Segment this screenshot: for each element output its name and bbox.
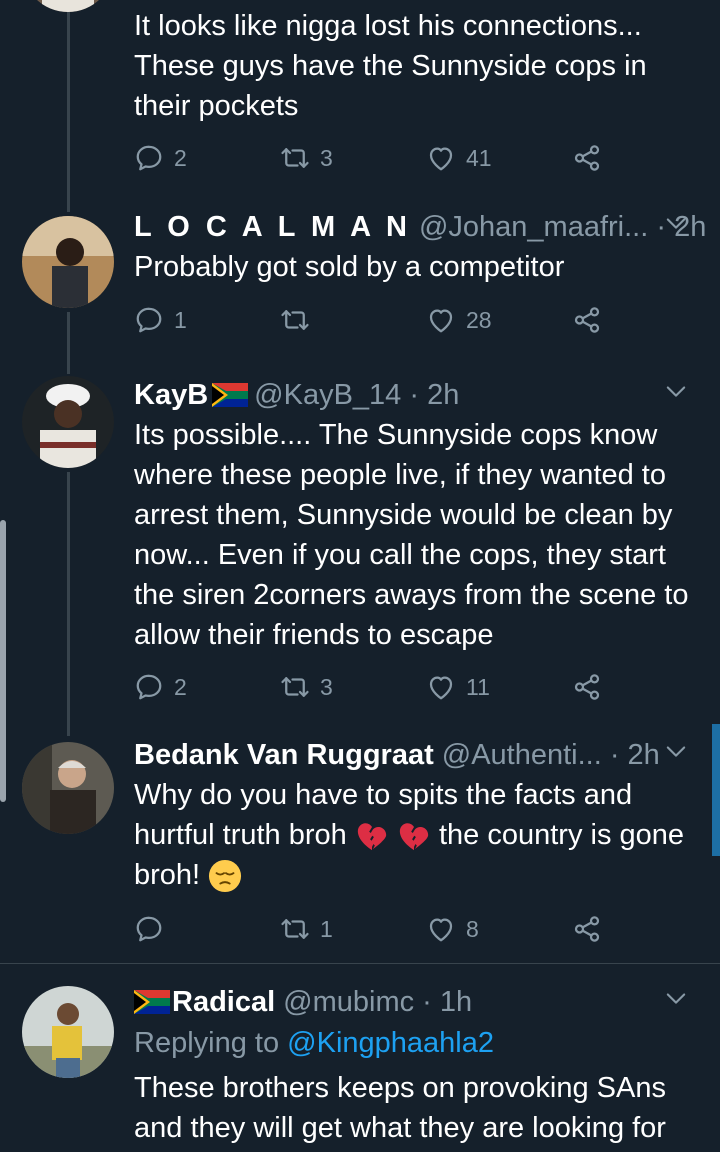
avatar[interactable] [22, 742, 114, 834]
tweet-actions: 2 3 41 [134, 138, 614, 178]
like-count: 11 [466, 673, 490, 700]
reply-icon [134, 143, 164, 173]
like-button[interactable]: 11 [426, 667, 490, 707]
south-africa-flag-icon [212, 383, 248, 407]
scrollbar[interactable] [712, 724, 720, 856]
tweet-text: Probably got sold by a competitor [134, 251, 565, 283]
chevron-down-icon[interactable] [662, 984, 690, 1012]
tweet-actions: 1 28 [134, 300, 614, 340]
tweet-text: Why do you have to spits the facts and h… [134, 775, 700, 895]
thread-line [67, 472, 70, 736]
pensive-face-emoji-icon [209, 860, 242, 893]
share-button[interactable] [572, 300, 602, 340]
left-scroll-indicator [0, 520, 6, 802]
divider [0, 963, 720, 964]
retweet-button[interactable]: 3 [280, 667, 333, 707]
reply-icon [134, 672, 164, 702]
retweet-icon [280, 914, 310, 944]
reply-button[interactable] [134, 909, 174, 949]
retweet-button[interactable]: 3 [280, 138, 333, 178]
reply-count: 1 [174, 306, 187, 333]
share-button[interactable] [572, 909, 602, 949]
heart-icon [426, 914, 456, 944]
share-icon [572, 305, 602, 335]
reply-button[interactable]: 2 [134, 667, 187, 707]
like-button[interactable]: 41 [426, 138, 492, 178]
tweet-text: It looks like nigga lost his connections… [134, 10, 647, 122]
mention-link[interactable]: @Kingphaahla2 [287, 1027, 494, 1059]
share-icon [572, 143, 602, 173]
like-count: 8 [466, 915, 479, 942]
share-icon [572, 672, 602, 702]
like-count: 28 [466, 306, 492, 333]
retweet-icon [280, 672, 310, 702]
thread-line [67, 312, 70, 374]
heart-icon [426, 305, 456, 335]
like-button[interactable]: 8 [426, 909, 479, 949]
retweet-icon [280, 143, 310, 173]
tweet-header: KayB @KayB_14 · 2h [134, 375, 700, 415]
replying-to: Replying to @Kingphaahla2 [134, 1027, 494, 1060]
retweet-icon [280, 305, 310, 335]
display-name[interactable]: L O C A L M A N [134, 211, 411, 244]
tweet-actions: 1 8 [134, 909, 614, 949]
reply-icon [134, 914, 164, 944]
like-count: 41 [466, 144, 492, 171]
retweet-count: 1 [320, 915, 333, 942]
avatar[interactable] [22, 986, 114, 1078]
avatar[interactable] [22, 216, 114, 308]
tweet-header: L O C A L M A N @Johan_maafri... · 2h [134, 207, 706, 247]
share-icon [572, 914, 602, 944]
display-name[interactable]: KayB [134, 379, 208, 412]
replying-to-label: Replying to [134, 1027, 280, 1059]
reply-icon [134, 305, 164, 335]
retweet-button[interactable] [280, 300, 320, 340]
chevron-down-icon[interactable] [662, 377, 690, 405]
avatar[interactable] [22, 376, 114, 468]
tweet-header: Bedank Van Ruggraat @Authenti... · 2h [134, 735, 700, 775]
tweet-actions: 2 3 11 [134, 667, 614, 707]
chevron-down-icon[interactable] [662, 209, 690, 237]
tweet-header: Radical @mubimc · 1h [134, 982, 700, 1022]
retweet-count: 3 [320, 144, 333, 171]
like-button[interactable]: 28 [426, 300, 492, 340]
tweet-text: Its possible.... The Sunnyside cops know… [134, 419, 689, 651]
share-button[interactable] [572, 667, 602, 707]
handle-time: @KayB_14 · 2h [254, 378, 460, 411]
retweet-button[interactable]: 1 [280, 909, 333, 949]
reply-count: 2 [174, 673, 187, 700]
handle-time: @Authenti... · 2h [441, 738, 660, 771]
thread-line [67, 0, 70, 212]
broken-heart-emoji-icon [399, 823, 429, 851]
south-africa-flag-icon [134, 990, 170, 1014]
avatar[interactable] [22, 0, 114, 12]
reply-button[interactable]: 1 [134, 300, 187, 340]
retweet-count: 3 [320, 673, 333, 700]
heart-icon [426, 143, 456, 173]
display-name[interactable]: Radical [172, 986, 275, 1019]
reply-button[interactable]: 2 [134, 138, 187, 178]
handle-time: @mubimc · 1h [283, 985, 473, 1018]
broken-heart-emoji-icon [357, 823, 387, 851]
reply-count: 2 [174, 144, 187, 171]
chevron-down-icon[interactable] [662, 737, 690, 765]
display-name[interactable]: Bedank Van Ruggraat [134, 739, 434, 772]
share-button[interactable] [572, 138, 602, 178]
tweet-text: These brothers keeps on provoking SAns a… [134, 1072, 666, 1144]
heart-icon [426, 672, 456, 702]
